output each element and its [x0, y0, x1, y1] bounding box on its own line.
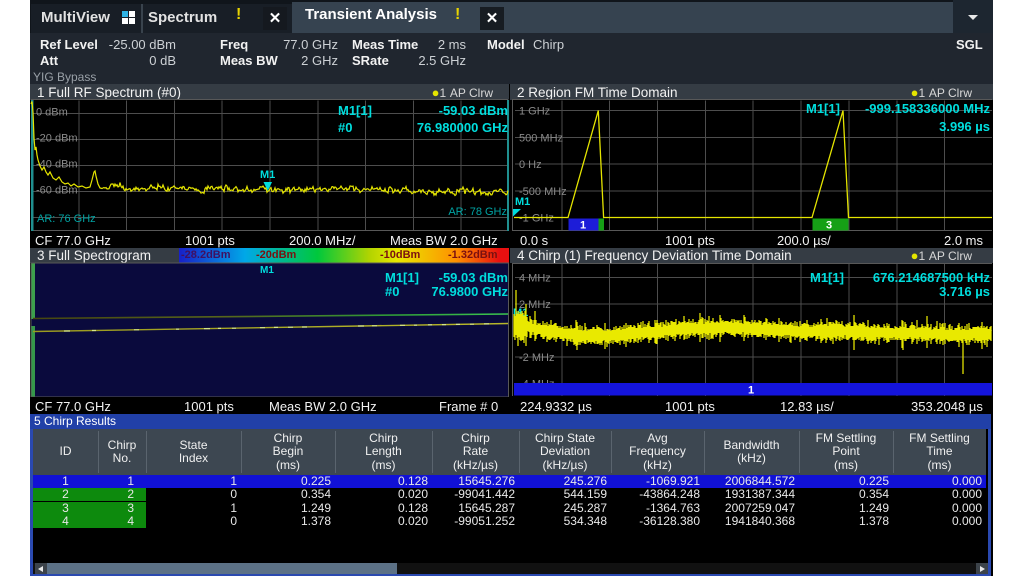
svg-text:#0: #0 — [385, 284, 399, 299]
svg-text:1: 1 — [580, 220, 586, 232]
svg-text:3: 3 — [826, 220, 832, 232]
svg-text:AR: 78 GHz: AR: 78 GHz — [448, 206, 507, 218]
svg-text:M1[1]: M1[1] — [338, 103, 372, 118]
svg-text:M1[1]: M1[1] — [806, 101, 840, 116]
svg-text:M1: M1 — [260, 265, 274, 276]
svg-text:-999.158336000 MHz: -999.158336000 MHz — [865, 101, 991, 116]
svg-text:M1: M1 — [260, 169, 275, 181]
svg-text:500 MHz: 500 MHz — [519, 132, 563, 144]
svg-text:76.9800 GHz: 76.9800 GHz — [431, 284, 508, 299]
svg-text:-2 MHz: -2 MHz — [519, 352, 554, 364]
svg-text:-59.03 dBm: -59.03 dBm — [439, 270, 508, 285]
svg-text:3.996 µs: 3.996 µs — [939, 119, 990, 134]
svg-text:676.214687500 kHz: 676.214687500 kHz — [873, 270, 991, 285]
svg-text:0 Hz: 0 Hz — [519, 159, 542, 171]
svg-text:4 MHz: 4 MHz — [519, 273, 551, 285]
svg-text:-20 dBm: -20 dBm — [36, 133, 78, 145]
svg-text:1 GHz: 1 GHz — [519, 106, 550, 118]
svg-text:M1[1]: M1[1] — [810, 270, 844, 285]
svg-text:#0: #0 — [338, 120, 352, 135]
svg-text:1: 1 — [748, 385, 754, 397]
svg-text:-1 GHz: -1 GHz — [519, 213, 554, 225]
svg-text:0 dBm: 0 dBm — [36, 107, 68, 119]
svg-text:AR: 76 GHz: AR: 76 GHz — [37, 213, 96, 225]
svg-text:M1[1]: M1[1] — [385, 270, 419, 285]
svg-text:-59.03 dBm: -59.03 dBm — [439, 103, 508, 118]
svg-text:76.980000 GHz: 76.980000 GHz — [417, 120, 509, 135]
svg-text:M1: M1 — [515, 196, 530, 208]
svg-text:3.716 µs: 3.716 µs — [939, 284, 990, 299]
